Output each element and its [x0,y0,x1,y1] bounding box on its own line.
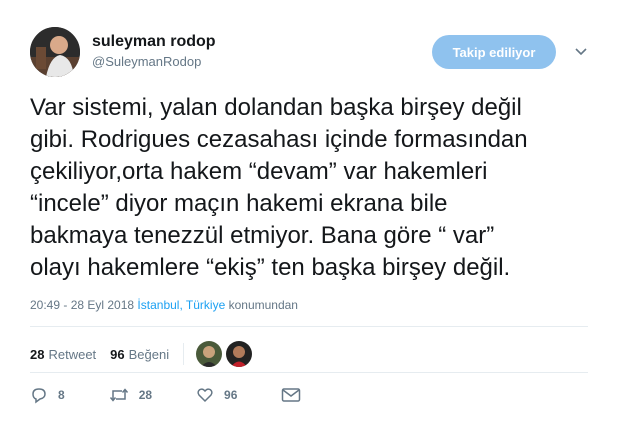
like-action-count: 96 [224,388,238,402]
divider [30,326,588,327]
avatar[interactable] [30,27,80,77]
liker-avatar[interactable] [226,341,253,367]
divider [30,372,588,373]
tweet-time[interactable]: 20:49 - 28 Eyl 2018 [30,298,134,312]
tweet-actions: 8 28 96 [30,386,355,404]
engagement-stats: 28 Retweet 96 Beğeni [30,341,256,367]
location-suffix: konumundan [228,298,298,312]
chevron-down-icon[interactable] [572,42,590,60]
retweet-label: Retweet [48,346,97,362]
tweet-location[interactable]: İstanbul, Türkiye [137,298,225,312]
direct-message-button[interactable] [281,387,311,403]
reply-count: 8 [58,388,65,402]
reply-button[interactable]: 8 [30,386,65,404]
avatar-photo [30,27,80,77]
stats-divider [183,343,185,365]
like-button[interactable]: 96 [196,386,237,404]
tweet-text: Var sistemi, yalan dolandan başka birşey… [30,94,528,281]
heart-icon [197,388,213,403]
display-name[interactable]: suleyman rodop [92,33,216,51]
following-button[interactable]: Takip ediliyor [432,35,556,69]
retweet-button[interactable]: 28 [109,386,152,404]
retweet-icon [109,388,128,402]
like-count: 96 [110,346,125,362]
tweet-timestamp-location: 20:49 - 28 Eyl 2018 İstanbul, Türkiye ko… [30,298,298,312]
retweet-action-count: 28 [138,388,153,402]
reply-icon [32,388,46,404]
like-stat[interactable]: 96 Beğeni [110,347,169,362]
liker-avatar[interactable] [196,341,223,367]
envelope-icon [282,388,301,402]
user-handle[interactable]: @SuleymanRodop [92,54,201,69]
retweet-count: 28 [30,346,45,362]
retweet-stat[interactable]: 28 Retweet [30,347,96,362]
like-label: Beğeni [128,346,170,362]
